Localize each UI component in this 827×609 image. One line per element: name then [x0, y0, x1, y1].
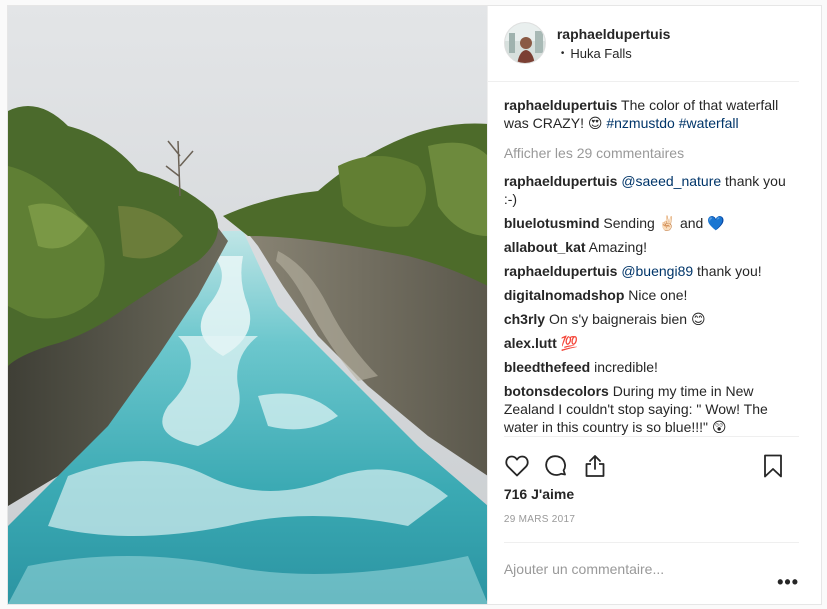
like-button[interactable]: [504, 453, 530, 479]
post-location[interactable]: • Huka Falls: [557, 46, 671, 61]
location-separator: •: [560, 48, 565, 59]
mention-link[interactable]: @saeed_nature: [621, 173, 721, 189]
comment-item: ch3rly On s'y baignerais bien 😊: [504, 310, 797, 328]
avatar[interactable]: [503, 22, 546, 64]
mention-link[interactable]: @buengi89: [621, 263, 693, 279]
comment-item: allabout_kat Amazing!: [504, 238, 797, 256]
comment-item: raphaeldupertuis @saeed_nature thank you…: [504, 172, 797, 208]
bookmark-icon: [764, 454, 782, 478]
post-caption: raphaeldupertuis The color of that water…: [504, 96, 797, 132]
comment-item: digitalnomadshop Nice one!: [504, 286, 797, 304]
post-actions: [503, 436, 799, 494]
instagram-post: raphaeldupertuis • Huka Falls raphaeldup…: [7, 5, 822, 605]
add-comment-section: •••: [503, 542, 799, 604]
comments-list: raphaeldupertuis The color of that water…: [488, 82, 821, 436]
share-icon: [585, 454, 605, 477]
comment-username[interactable]: bluelotusmind: [504, 215, 600, 231]
save-button[interactable]: [760, 453, 786, 479]
comment-text: incredible!: [590, 359, 658, 375]
comment-text: Amazing!: [585, 239, 648, 255]
comment-item: bluelotusmind Sending ✌🏻 and 💙: [504, 214, 797, 232]
comment-icon: [545, 454, 566, 476]
comment-text: Sending ✌🏻 and 💙: [599, 215, 725, 231]
caption-username[interactable]: raphaeldupertuis: [504, 97, 618, 113]
view-all-comments-link[interactable]: Afficher les 29 commentaires: [504, 144, 797, 162]
comment-username[interactable]: ch3rly: [504, 311, 545, 327]
comment-text: On s'y baignerais bien 😊: [545, 311, 706, 327]
post-username[interactable]: raphaeldupertuis: [557, 26, 671, 42]
post-date[interactable]: 29 MARS 2017: [488, 514, 821, 534]
location-label[interactable]: Huka Falls: [570, 46, 631, 61]
comment-username[interactable]: raphaeldupertuis: [504, 173, 618, 189]
comment-username[interactable]: raphaeldupertuis: [504, 263, 618, 279]
hashtag-link[interactable]: #waterfall: [679, 115, 739, 131]
comment-username[interactable]: digitalnomadshop: [504, 287, 625, 303]
share-button[interactable]: [582, 453, 608, 479]
more-options-icon[interactable]: •••: [777, 573, 799, 591]
post-photo[interactable]: [8, 6, 487, 604]
comment-item: alex.lutt 💯: [504, 334, 797, 352]
comment-text: thank you!: [693, 263, 762, 279]
post-header: raphaeldupertuis • Huka Falls: [487, 6, 799, 82]
hashtag-link[interactable]: #nzmustdo: [606, 115, 674, 131]
comment-text: Nice one!: [624, 287, 688, 303]
comment-item: bleedthefeed incredible!: [504, 358, 797, 376]
comment-username[interactable]: allabout_kat: [504, 239, 586, 255]
heart-icon: [505, 455, 529, 476]
comment-username[interactable]: alex.lutt: [504, 335, 557, 351]
comment-button[interactable]: [543, 453, 569, 479]
comment-username[interactable]: bleedthefeed: [504, 359, 590, 375]
comment-item: raphaeldupertuis @buengi89 thank you!: [504, 262, 797, 280]
waterfall-image: [8, 6, 487, 604]
comment-text: 💯: [556, 335, 579, 351]
avatar-image: [504, 23, 545, 63]
add-comment-input[interactable]: [503, 561, 744, 577]
post-sidebar: raphaeldupertuis • Huka Falls raphaeldup…: [486, 6, 821, 604]
comment-username[interactable]: botonsdecolors: [504, 383, 609, 399]
comment-item: botonsdecolors During my time in New Zea…: [504, 382, 797, 436]
